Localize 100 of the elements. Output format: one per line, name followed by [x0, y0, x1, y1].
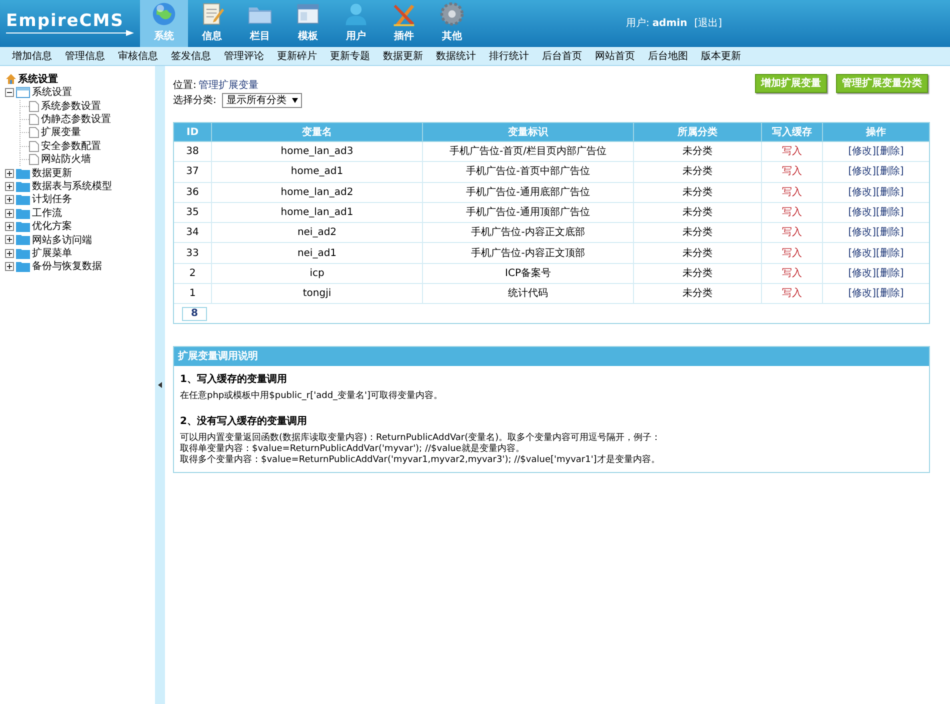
table-cell: 统计代码 — [423, 284, 634, 304]
table-cell: 未分类 — [634, 162, 762, 182]
write-cache-link[interactable]: 写入 — [782, 246, 802, 261]
help-text: 取得多个变量内容：$value=ReturnPublicAddVar('myvar1,myvar2,myvar3'); //$value['myvar1']才是变量内容。 — [180, 455, 661, 466]
page-icon — [29, 114, 39, 125]
collapse-icon[interactable] — [5, 88, 14, 98]
tree-item[interactable]: 优化方案 — [32, 219, 72, 234]
write-cache-link[interactable]: 写入 — [782, 286, 802, 302]
expand-icon[interactable] — [5, 208, 14, 218]
menu-link[interactable]: 审核信息 — [118, 48, 158, 64]
menu-link[interactable]: 网站首页 — [595, 48, 635, 64]
delete-link[interactable]: [删除] — [876, 205, 904, 220]
menu-link[interactable]: 更新碎片 — [277, 48, 317, 64]
write-cache-link[interactable]: 写入 — [782, 144, 802, 160]
nav-tab[interactable]: 其他 — [428, 0, 476, 47]
write-cache-link[interactable]: 写入 — [782, 225, 802, 240]
section-heading: 2、没有写入缓存的变量调用 — [180, 414, 308, 430]
table-cell: 未分类 — [634, 223, 762, 242]
table-cell: 37 — [174, 162, 212, 182]
menu-link[interactable]: 管理评论 — [224, 48, 264, 64]
logout-link[interactable]: [退出] — [694, 16, 722, 31]
expand-icon[interactable] — [5, 248, 14, 258]
edit-link[interactable]: [修改] — [848, 286, 876, 302]
tree-item[interactable]: 安全参数配置 — [41, 138, 101, 154]
table-cell: home_lan_ad3 — [212, 142, 423, 162]
expand-icon[interactable] — [5, 168, 14, 178]
tree-item[interactable]: 数据更新 — [32, 166, 72, 181]
write-cache-link[interactable]: 写入 — [782, 266, 802, 281]
menu-link[interactable]: 管理信息 — [65, 48, 105, 64]
nav-tab[interactable]: 栏目 — [236, 0, 284, 47]
tree-item[interactable]: 备份与恢复数据 — [32, 259, 102, 274]
edit-link[interactable]: [修改] — [848, 144, 876, 160]
page-number[interactable]: 8 — [182, 306, 207, 321]
delete-link[interactable]: [删除] — [876, 144, 904, 160]
tree-item[interactable]: 数据表与系统模型 — [32, 178, 112, 194]
delete-link[interactable]: [删除] — [876, 225, 904, 240]
edit-link[interactable]: [修改] — [848, 164, 876, 180]
delete-link[interactable]: [删除] — [876, 164, 904, 180]
nav-tab[interactable]: 用户 — [332, 0, 380, 47]
table-cell: 未分类 — [634, 142, 762, 162]
menu-link[interactable]: 签发信息 — [171, 48, 211, 64]
tree-item[interactable]: 工作流 — [32, 206, 62, 221]
expand-icon[interactable] — [5, 182, 14, 191]
help-text: 在任意php或模板中用$public_r['add_变量名']可取得变量内容。 — [180, 391, 444, 402]
tree-item[interactable]: 计划任务 — [32, 192, 72, 208]
tree-item[interactable]: 系统参数设置 — [41, 98, 101, 114]
expand-icon[interactable] — [5, 235, 14, 244]
table-cell: 36 — [174, 182, 212, 202]
tree-item[interactable]: 网站多访问端 — [32, 232, 92, 248]
table-cell: 35 — [174, 202, 212, 222]
logo-arrow-icon — [6, 30, 134, 36]
user-icon — [343, 1, 369, 27]
menu-link[interactable]: 后台首页 — [542, 48, 582, 64]
category-select[interactable]: 显示所有分类 — [222, 93, 302, 108]
table-cell: 1 — [174, 284, 212, 304]
nav-tab[interactable]: 模板 — [284, 0, 332, 47]
tree-item[interactable]: 扩展菜单 — [32, 246, 72, 261]
tree-item[interactable]: 网站防火墙 — [41, 152, 91, 168]
edit-link[interactable]: [修改] — [848, 205, 876, 220]
menu-link[interactable]: 后台地图 — [648, 48, 688, 64]
write-cache-link[interactable]: 写入 — [782, 205, 802, 220]
table-cell: 未分类 — [634, 182, 762, 202]
globe-icon — [151, 1, 177, 27]
collapse-arrow-icon[interactable] — [158, 382, 162, 388]
menu-link[interactable]: 排行统计 — [489, 48, 529, 64]
delete-link[interactable]: [删除] — [876, 286, 904, 302]
write-cache-link[interactable]: 写入 — [782, 184, 802, 200]
table-cell: 未分类 — [634, 264, 762, 284]
tree-item[interactable]: 伪静态参数设置 — [41, 112, 111, 127]
edit-link[interactable]: [修改] — [848, 266, 876, 281]
help-text: 取得单变量内容：$value=ReturnPublicAddVar('myvar'); //$value就是变量内容。 — [180, 444, 526, 454]
menu-link[interactable]: 数据统计 — [436, 48, 476, 64]
table-cell: 手机广告位-内容正文顶部 — [423, 243, 634, 263]
delete-link[interactable]: [删除] — [876, 266, 904, 281]
table-cell: 手机广告位-通用底部广告位 — [423, 182, 634, 202]
nav-tab[interactable]: 信息 — [188, 0, 236, 47]
breadcrumb-link[interactable]: 管理扩展变量 — [198, 78, 258, 93]
write-cache-link[interactable]: 写入 — [782, 164, 802, 180]
page-icon — [29, 140, 39, 152]
expand-icon[interactable] — [5, 195, 14, 204]
tree-item[interactable]: 系统设置 — [32, 85, 72, 100]
user-name: admin — [652, 17, 688, 31]
tree-item[interactable]: 扩展变量 — [41, 125, 81, 140]
delete-link[interactable]: [删除] — [876, 184, 904, 200]
edit-link[interactable]: [修改] — [848, 225, 876, 240]
nav-tab[interactable]: 插件 — [380, 0, 428, 47]
expand-icon[interactable] — [5, 222, 14, 232]
folder-icon — [16, 194, 30, 206]
folder-icon — [16, 168, 30, 179]
menu-link[interactable]: 增加信息 — [12, 48, 52, 64]
edit-link[interactable]: [修改] — [848, 184, 876, 200]
menu-link[interactable]: 更新专题 — [330, 48, 370, 64]
menu-link[interactable]: 版本更新 — [701, 48, 741, 64]
table-cell: 手机广告位-首页中部广告位 — [423, 162, 634, 182]
edit-link[interactable]: [修改] — [848, 246, 876, 261]
delete-link[interactable]: [删除] — [876, 246, 904, 261]
tree-connector-icon — [19, 100, 29, 113]
expand-icon[interactable] — [5, 262, 14, 272]
table-cell: tongji — [212, 284, 423, 304]
menu-link[interactable]: 数据更新 — [383, 48, 423, 64]
